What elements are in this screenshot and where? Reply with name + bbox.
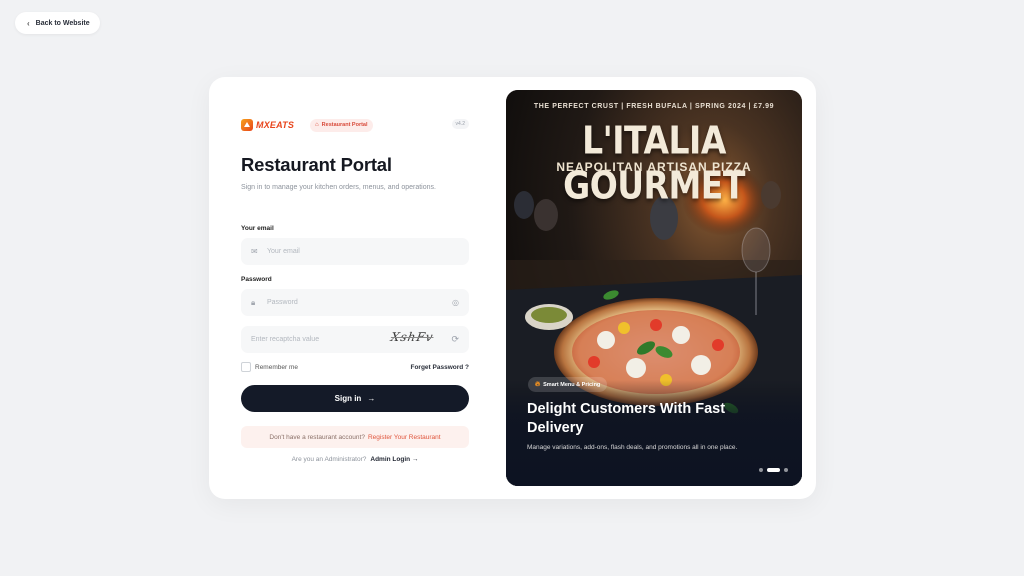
logo-mark-icon xyxy=(241,119,253,131)
toggle-password-visibility-icon[interactable]: ◎ xyxy=(452,298,459,307)
email-placeholder: Your email xyxy=(267,248,300,255)
carousel-dot-3[interactable] xyxy=(784,468,788,472)
smart-menu-badge-label: Smart Menu & Pricing xyxy=(543,381,601,388)
pesto-sauce xyxy=(531,307,567,323)
mozzarella xyxy=(597,331,615,349)
captcha-field[interactable]: Enter recaptcha value XshFv ⟳ xyxy=(241,326,469,353)
remember-row: Remember me Forget Password ? xyxy=(241,362,469,372)
promo-description: Manage variations, add-ons, flash deals,… xyxy=(527,444,738,451)
back-to-website-button[interactable]: ‹ Back to Website xyxy=(15,12,100,34)
mozzarella xyxy=(691,355,711,375)
tomato xyxy=(588,356,600,368)
version-badge: v4.2 xyxy=(451,119,469,129)
register-prompt-box: Don't have a restaurant account? Registe… xyxy=(241,426,469,448)
page-title: Restaurant Portal xyxy=(241,154,392,175)
admin-row: Are you an Administrator? Admin Login → xyxy=(241,456,469,463)
promo-subtitle: NEAPOLITAN ARTISAN PIZZA xyxy=(556,160,752,174)
mail-icon: ✉ xyxy=(251,247,258,256)
carousel-dot-1[interactable] xyxy=(759,468,763,472)
login-card: MXEATS ⌂ Restaurant Portal v4.2 Restaura… xyxy=(209,77,816,499)
sign-in-label: Sign in xyxy=(334,394,362,403)
portal-badge-label: Restaurant Portal xyxy=(321,122,368,128)
smart-menu-badge: 🔥︎ Smart Menu & Pricing xyxy=(528,377,608,392)
house-icon: ⌂ xyxy=(315,122,319,128)
brand-logo: MXEATS xyxy=(241,119,294,131)
flame-icon: 🔥︎ xyxy=(535,380,541,388)
register-restaurant-link[interactable]: Register Your Restaurant xyxy=(368,434,441,441)
arrow-right-icon: → xyxy=(367,394,376,403)
password-label: Password xyxy=(241,276,272,283)
sign-in-button[interactable]: Sign in → xyxy=(241,385,469,412)
mozzarella xyxy=(626,358,646,378)
restaurant-portal-badge: ⌂ Restaurant Portal xyxy=(310,118,373,132)
tomato xyxy=(650,319,662,331)
admin-login-link[interactable]: Admin Login → xyxy=(370,456,418,463)
page-subtitle: Sign in to manage your kitchen orders, m… xyxy=(241,184,436,191)
logo-text: MXEATS xyxy=(256,120,295,130)
lock-icon: 🔒︎ xyxy=(251,297,256,307)
tomato xyxy=(712,339,724,351)
captcha-image: XshFv xyxy=(389,330,435,344)
promo-headline: Delight Customers With Fast Delivery xyxy=(527,401,726,436)
password-placeholder: Password xyxy=(267,299,298,306)
tomato xyxy=(618,322,630,334)
carousel-dot-2[interactable] xyxy=(767,468,780,472)
refresh-captcha-icon[interactable]: ⟳ xyxy=(451,334,459,345)
promo-tagline: THE PERFECT CRUST | FRESH BUFALA | SPRIN… xyxy=(533,103,775,110)
remember-me-checkbox[interactable]: Remember me xyxy=(241,362,298,372)
mozzarella xyxy=(672,326,690,344)
brand-row: MXEATS ⌂ Restaurant Portal v4.2 xyxy=(241,115,469,135)
email-field[interactable]: ✉ Your email xyxy=(241,238,469,265)
register-prompt-text: Don't have a restaurant account? xyxy=(269,433,365,441)
admin-prompt-text: Are you an Administrator? xyxy=(291,456,367,463)
remember-me-label: Remember me xyxy=(255,363,298,371)
checkbox-box[interactable] xyxy=(241,362,251,372)
back-to-website-label: Back to Website xyxy=(35,19,90,27)
wine-glass xyxy=(741,227,771,273)
forgot-password-link[interactable]: Forget Password ? xyxy=(410,364,469,371)
password-field[interactable]: 🔒︎ Password ◎ xyxy=(241,289,469,316)
promo-carousel: THE PERFECT CRUST | FRESH BUFALA | SPRIN… xyxy=(506,90,802,486)
email-label: Your email xyxy=(241,225,274,232)
carousel-dots xyxy=(759,468,788,472)
login-form-panel: MXEATS ⌂ Restaurant Portal v4.2 Restaura… xyxy=(241,115,469,463)
chevron-left-icon: ‹ xyxy=(27,18,30,28)
captcha-placeholder: Enter recaptcha value xyxy=(251,336,320,343)
